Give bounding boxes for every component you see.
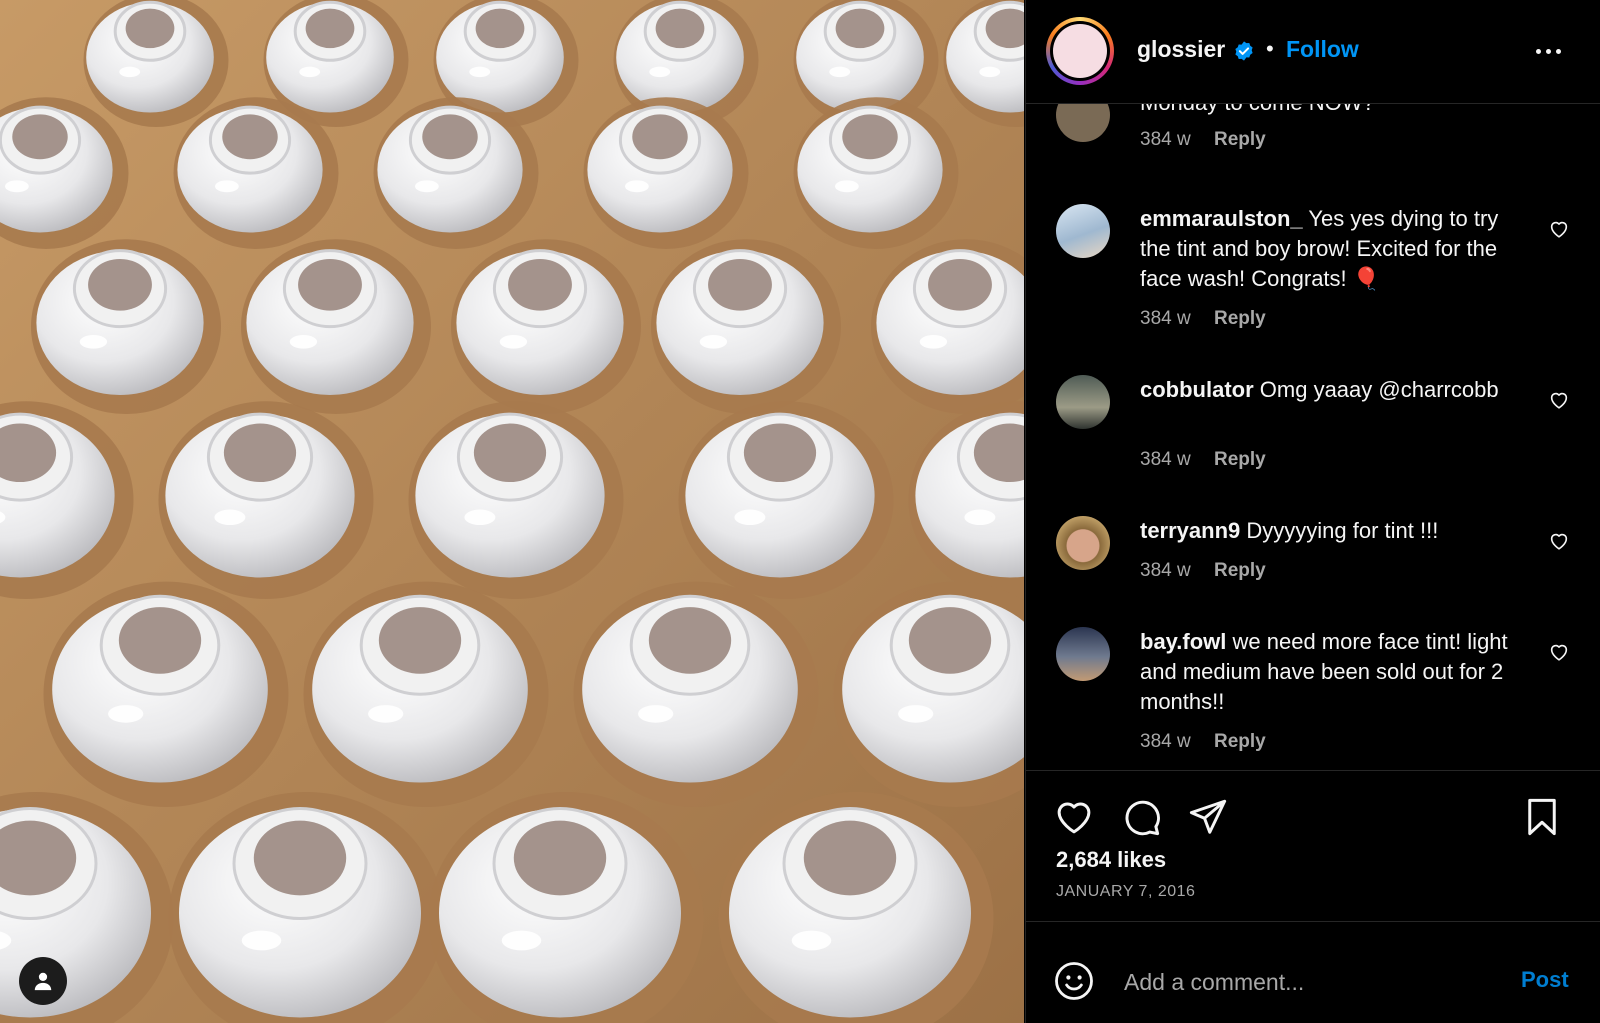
bottle-shape [451,239,641,414]
comment-like-heart-icon[interactable] [1548,530,1570,552]
bottle-shape [173,97,339,249]
comment-like-heart-icon[interactable] [1548,641,1570,663]
comments-list[interactable]: Monday to come NOW? 384 w Reply emmaraul… [1026,104,1600,769]
reply-button[interactable]: Reply [1214,731,1266,752]
comment-bubble-icon[interactable] [1120,796,1162,838]
comment-username[interactable]: emmaraulston_ [1140,206,1303,231]
commenter-avatar[interactable] [1056,516,1110,570]
tagged-users-button[interactable] [19,957,67,1005]
add-comment-input[interactable] [1122,963,1486,1001]
bottle-shape [373,97,539,249]
bottle-shape [43,581,289,807]
bottle-shape [408,401,624,599]
bottle-shape [158,401,374,599]
comment-username[interactable]: bay.fowl [1140,629,1226,654]
bottle-shape [573,581,819,807]
header-separator: • [1266,36,1274,61]
bottle-shape [241,239,431,414]
comment-age: 384 w [1140,129,1191,150]
commenter-avatar[interactable] [1056,627,1110,681]
comment-text: Monday to come NOW? [1140,104,1375,115]
post-date: JANUARY 7, 2016 [1056,883,1196,900]
post-side-panel: glossier • Follow Monday to come NOW? 38… [1025,0,1600,1023]
like-heart-icon[interactable] [1053,796,1095,838]
comment-age: 384 w [1140,731,1191,752]
comment-username[interactable]: cobbulator [1140,377,1254,402]
reply-button[interactable]: Reply [1214,129,1266,150]
comment-age: 384 w [1140,308,1191,329]
post-actions: 2,684 likes JANUARY 7, 2016 [1026,770,1600,922]
comment-like-heart-icon[interactable] [1548,218,1570,240]
reply-button[interactable]: Reply [1214,449,1266,470]
like-count[interactable]: 2,684 likes [1056,847,1166,873]
post-comment-button[interactable]: Post [1521,967,1569,993]
follow-button[interactable]: Follow [1286,36,1359,63]
share-send-icon[interactable] [1187,796,1229,838]
person-icon [34,972,52,991]
commenter-avatar[interactable] [1056,204,1110,258]
reply-button[interactable]: Reply [1214,560,1266,581]
more-options-icon[interactable] [1530,36,1566,66]
comment-text: Dyyyyying for tint !!! [1240,518,1439,543]
bottle-shape [793,97,959,249]
reply-button[interactable]: Reply [1214,308,1266,329]
bottle-shape [31,239,221,414]
post-photo[interactable] [0,0,1024,1023]
verified-badge-icon [1235,41,1253,61]
commenter-avatar[interactable] [1056,375,1110,429]
comment-age: 384 w [1140,560,1191,581]
commenter-avatar[interactable] [1056,104,1110,142]
comment-age: 384 w [1140,449,1191,470]
bottle-shape [303,581,549,807]
comment-text: Omg yaaay @charrcobb [1253,377,1499,402]
emoji-smiley-icon[interactable] [1053,960,1095,1002]
post-header: glossier • Follow [1026,0,1600,104]
save-bookmark-icon[interactable] [1521,796,1563,838]
comment-username[interactable]: terryann9 [1140,518,1240,543]
comment-like-heart-icon[interactable] [1548,389,1570,411]
post-image-bottles [0,0,1024,1023]
bottle-shape [678,401,894,599]
bottle-shape [583,97,749,249]
bottle-shape [651,239,841,414]
post-username[interactable]: glossier [1137,36,1225,63]
profile-avatar[interactable] [1046,17,1114,85]
comment-composer: Post [1026,921,1600,1023]
